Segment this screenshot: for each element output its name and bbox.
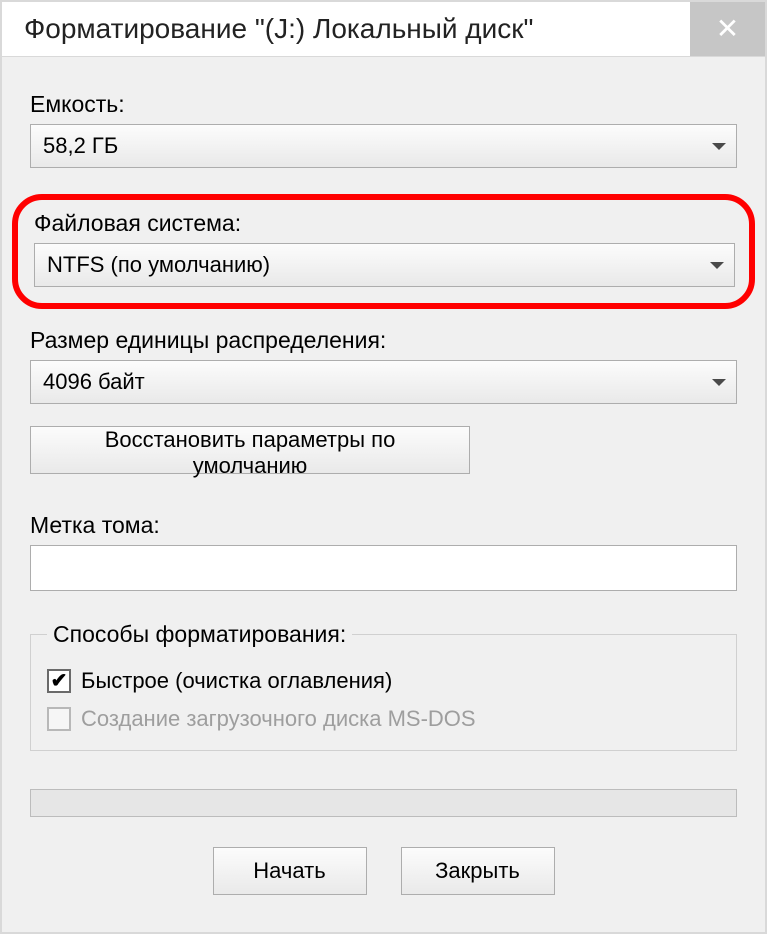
format-dialog: Форматирование "(J:) Локальный диск" ✕ Е… [0, 0, 767, 934]
capacity-value: 58,2 ГБ [43, 133, 118, 159]
quick-format-label: Быстрое (очистка оглавления) [81, 668, 392, 694]
restore-defaults-button[interactable]: Восстановить параметры по умолчанию [30, 426, 470, 474]
allocation-value: 4096 байт [43, 369, 145, 395]
filesystem-highlight: Файловая система: NTFS (по умолчанию) [12, 194, 755, 309]
close-icon: ✕ [716, 15, 739, 43]
capacity-dropdown[interactable]: 58,2 ГБ [30, 124, 737, 168]
msdos-boot-row: Создание загрузочного диска MS-DOS [47, 706, 720, 732]
dialog-buttons: Начать Закрыть [30, 847, 737, 895]
allocation-label: Размер единицы распределения: [30, 327, 737, 354]
volume-label-input[interactable] [30, 545, 737, 591]
chevron-down-icon [710, 262, 724, 269]
filesystem-label: Файловая система: [34, 210, 737, 237]
filesystem-value: NTFS (по умолчанию) [47, 252, 270, 278]
chevron-down-icon [712, 379, 726, 386]
close-window-button[interactable]: ✕ [690, 2, 765, 56]
msdos-boot-label: Создание загрузочного диска MS-DOS [81, 706, 476, 732]
dialog-content: Емкость: 58,2 ГБ Файловая система: NTFS … [2, 57, 765, 932]
quick-format-row[interactable]: ✔ Быстрое (очистка оглавления) [47, 668, 720, 694]
check-icon: ✔ [51, 671, 68, 691]
filesystem-dropdown[interactable]: NTFS (по умолчанию) [34, 243, 735, 287]
quick-format-checkbox[interactable]: ✔ [47, 669, 71, 693]
start-button[interactable]: Начать [213, 847, 367, 895]
close-button[interactable]: Закрыть [401, 847, 555, 895]
allocation-dropdown[interactable]: 4096 байт [30, 360, 737, 404]
chevron-down-icon [712, 143, 726, 150]
capacity-label: Емкость: [30, 91, 737, 118]
progress-bar [30, 789, 737, 817]
format-options-legend: Способы форматирования: [47, 621, 352, 648]
format-options-group: Способы форматирования: ✔ Быстрое (очист… [30, 621, 737, 751]
window-title: Форматирование "(J:) Локальный диск" [24, 13, 533, 45]
volume-label-caption: Метка тома: [30, 512, 737, 539]
msdos-boot-checkbox [47, 707, 71, 731]
titlebar: Форматирование "(J:) Локальный диск" ✕ [2, 2, 765, 57]
